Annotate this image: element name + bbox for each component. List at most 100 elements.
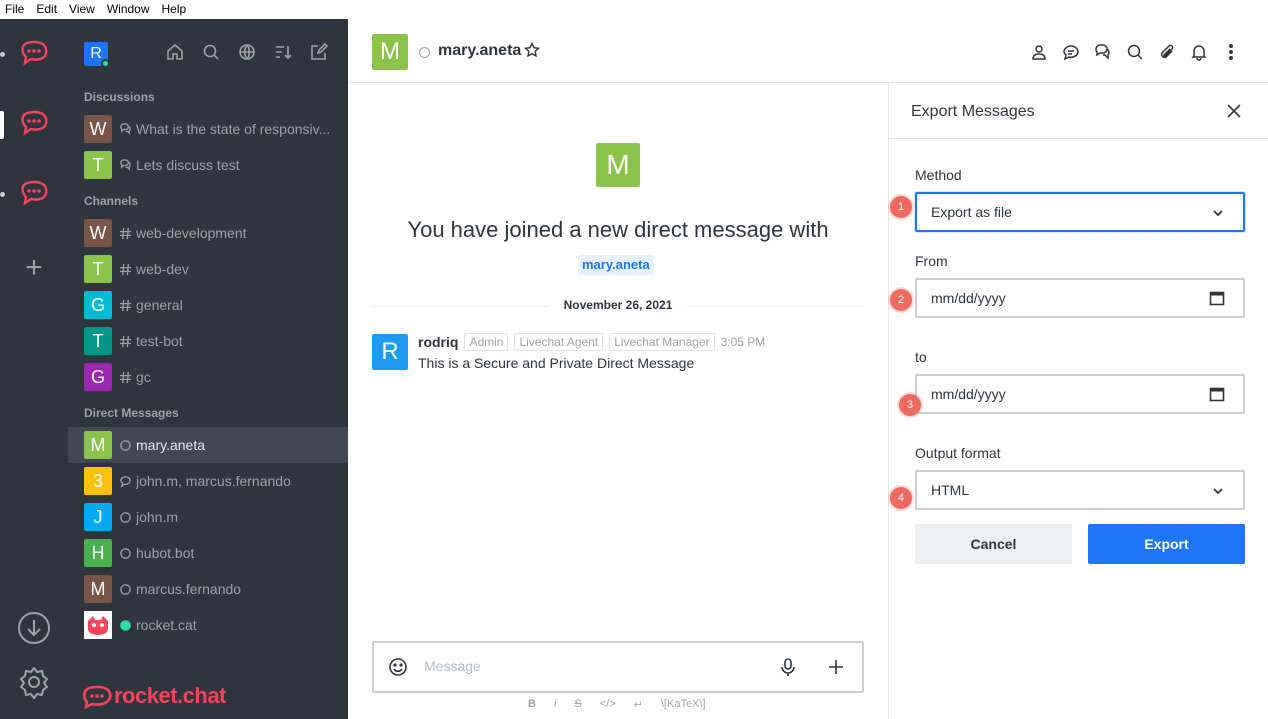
italic-button[interactable]: i: [554, 698, 556, 711]
sidebar-item-label: web-dev: [136, 261, 189, 277]
download-icon[interactable]: [17, 611, 51, 645]
search-messages-icon[interactable]: [1126, 43, 1144, 61]
user-avatar: J: [84, 503, 112, 531]
user-avatar: 3: [84, 467, 112, 495]
server-indicator-dot: [0, 52, 5, 57]
microphone-icon[interactable]: [778, 657, 798, 677]
user-info-icon[interactable]: [1030, 43, 1048, 61]
sidebar-item-dm[interactable]: M marcus.fernando: [68, 571, 348, 607]
status-offline-icon: [118, 546, 132, 560]
output-format-select[interactable]: HTML: [915, 470, 1245, 510]
calendar-icon[interactable]: [1209, 386, 1225, 402]
sidebar-item-channel[interactable]: G general: [68, 287, 348, 323]
user-mention-link[interactable]: mary.aneta: [578, 255, 654, 275]
user-avatar[interactable]: R: [84, 42, 110, 68]
panel-header: Export Messages: [889, 83, 1268, 139]
favorite-star-icon[interactable]: [523, 41, 541, 58]
calendar-icon[interactable]: [1209, 290, 1225, 306]
role-badge: Livechat Agent: [514, 333, 604, 351]
sidebar: R Discussions W What is the state of res…: [68, 19, 348, 719]
method-value: Export as file: [931, 204, 1012, 220]
status-offline-icon: [118, 438, 132, 452]
sidebar-item-label: gc: [136, 369, 151, 385]
emoji-icon[interactable]: [388, 657, 408, 677]
chevron-down-icon: [1211, 484, 1225, 498]
home-icon[interactable]: [166, 43, 184, 61]
katex-button[interactable]: \[KaTeX\]: [661, 698, 706, 711]
hashtag-icon: [118, 226, 132, 240]
threads-icon[interactable]: [1062, 43, 1080, 61]
menu-view[interactable]: View: [63, 0, 101, 19]
sidebar-toolbar: [166, 42, 329, 61]
server-indicator-dot: [0, 192, 5, 197]
method-select[interactable]: Export as file: [915, 192, 1245, 232]
sidebar-item-channel[interactable]: T test-bot: [68, 323, 348, 359]
room-avatar[interactable]: M: [372, 34, 408, 70]
from-date-input[interactable]: mm/dd/yyyy: [915, 278, 1245, 318]
discussions-icon[interactable]: [1094, 43, 1112, 61]
directory-globe-icon[interactable]: [238, 43, 256, 61]
discussion-icon: [118, 158, 132, 172]
sidebar-item-dm-active[interactable]: M mary.aneta: [68, 427, 348, 463]
role-badge: Livechat Manager: [609, 333, 715, 351]
status-offline-icon: [118, 582, 132, 596]
menu-edit[interactable]: Edit: [30, 0, 63, 19]
user-avatar: M: [84, 575, 112, 603]
sidebar-item-label: Lets discuss test: [136, 157, 240, 173]
user-avatar-initial: R: [90, 45, 102, 62]
server-3-icon[interactable]: [18, 177, 50, 209]
message-input[interactable]: Message: [424, 658, 481, 674]
sort-icon[interactable]: [274, 43, 292, 61]
message-avatar[interactable]: R: [372, 334, 408, 370]
server-2-icon[interactable]: [18, 107, 50, 139]
sidebar-item-channel[interactable]: W web-development: [68, 215, 348, 251]
menu-file[interactable]: File: [0, 0, 30, 19]
plus-icon[interactable]: [826, 657, 846, 677]
sidebar-item-label: web-development: [136, 225, 247, 241]
room-title[interactable]: mary.aneta: [438, 42, 521, 60]
message-item[interactable]: R rodriq Admin Livechat Agent Livechat M…: [372, 333, 864, 373]
sidebar-item-discussion[interactable]: T Lets discuss test: [68, 147, 348, 183]
server-1-icon[interactable]: [18, 37, 50, 69]
attachment-clip-icon[interactable]: [1158, 43, 1176, 61]
add-server-icon[interactable]: +: [22, 253, 46, 283]
hashtag-icon: [118, 370, 132, 384]
hashtag-icon: [118, 334, 132, 348]
sidebar-item-label: john.m, marcus.fernando: [136, 473, 291, 489]
date-label: November 26, 2021: [549, 298, 687, 312]
cancel-button[interactable]: Cancel: [915, 524, 1072, 564]
welcome-text: You have joined a new direct message wit…: [407, 217, 829, 242]
rocket-chat-logo-icon: [82, 685, 112, 709]
role-badge: Admin: [464, 333, 509, 351]
sidebar-item-discussion[interactable]: W What is the state of responsiv...: [68, 111, 348, 147]
strike-button[interactable]: S: [574, 698, 581, 711]
export-button[interactable]: Export: [1088, 524, 1245, 564]
notifications-bell-icon[interactable]: [1190, 43, 1208, 61]
brand-name: rocket.chat: [114, 683, 226, 708]
message-header: rodriq Admin Livechat Agent Livechat Man…: [418, 333, 765, 351]
sidebar-item-channel[interactable]: G gc: [68, 359, 348, 395]
user-avatar: M: [84, 431, 112, 459]
group-chat-icon: [118, 474, 132, 488]
multiline-button[interactable]: ↵: [634, 698, 643, 711]
to-date-input[interactable]: mm/dd/yyyy: [915, 374, 1245, 414]
sidebar-item-label: hubot.bot: [136, 545, 195, 561]
menu-help[interactable]: Help: [156, 0, 193, 19]
sidebar-item-dm[interactable]: rocket.cat: [68, 607, 348, 643]
settings-gear-icon[interactable]: [17, 665, 51, 699]
kebab-menu-icon[interactable]: [1222, 43, 1240, 61]
message-username[interactable]: rodriq: [418, 334, 458, 350]
create-new-icon[interactable]: [310, 42, 329, 61]
discussion-icon: [118, 122, 132, 136]
menu-window[interactable]: Window: [101, 0, 156, 19]
sidebar-item-label: marcus.fernando: [136, 581, 242, 597]
code-button[interactable]: </>: [600, 698, 616, 711]
search-icon[interactable]: [202, 43, 220, 61]
menu-bar: File Edit View Window Help: [0, 0, 1268, 19]
sidebar-item-dm[interactable]: 3 john.m, marcus.fernando: [68, 463, 348, 499]
bold-button[interactable]: B: [528, 698, 536, 711]
close-icon[interactable]: [1226, 103, 1242, 119]
sidebar-item-channel[interactable]: T web-dev: [68, 251, 348, 287]
sidebar-item-dm[interactable]: H hubot.bot: [68, 535, 348, 571]
sidebar-item-dm[interactable]: J john.m: [68, 499, 348, 535]
